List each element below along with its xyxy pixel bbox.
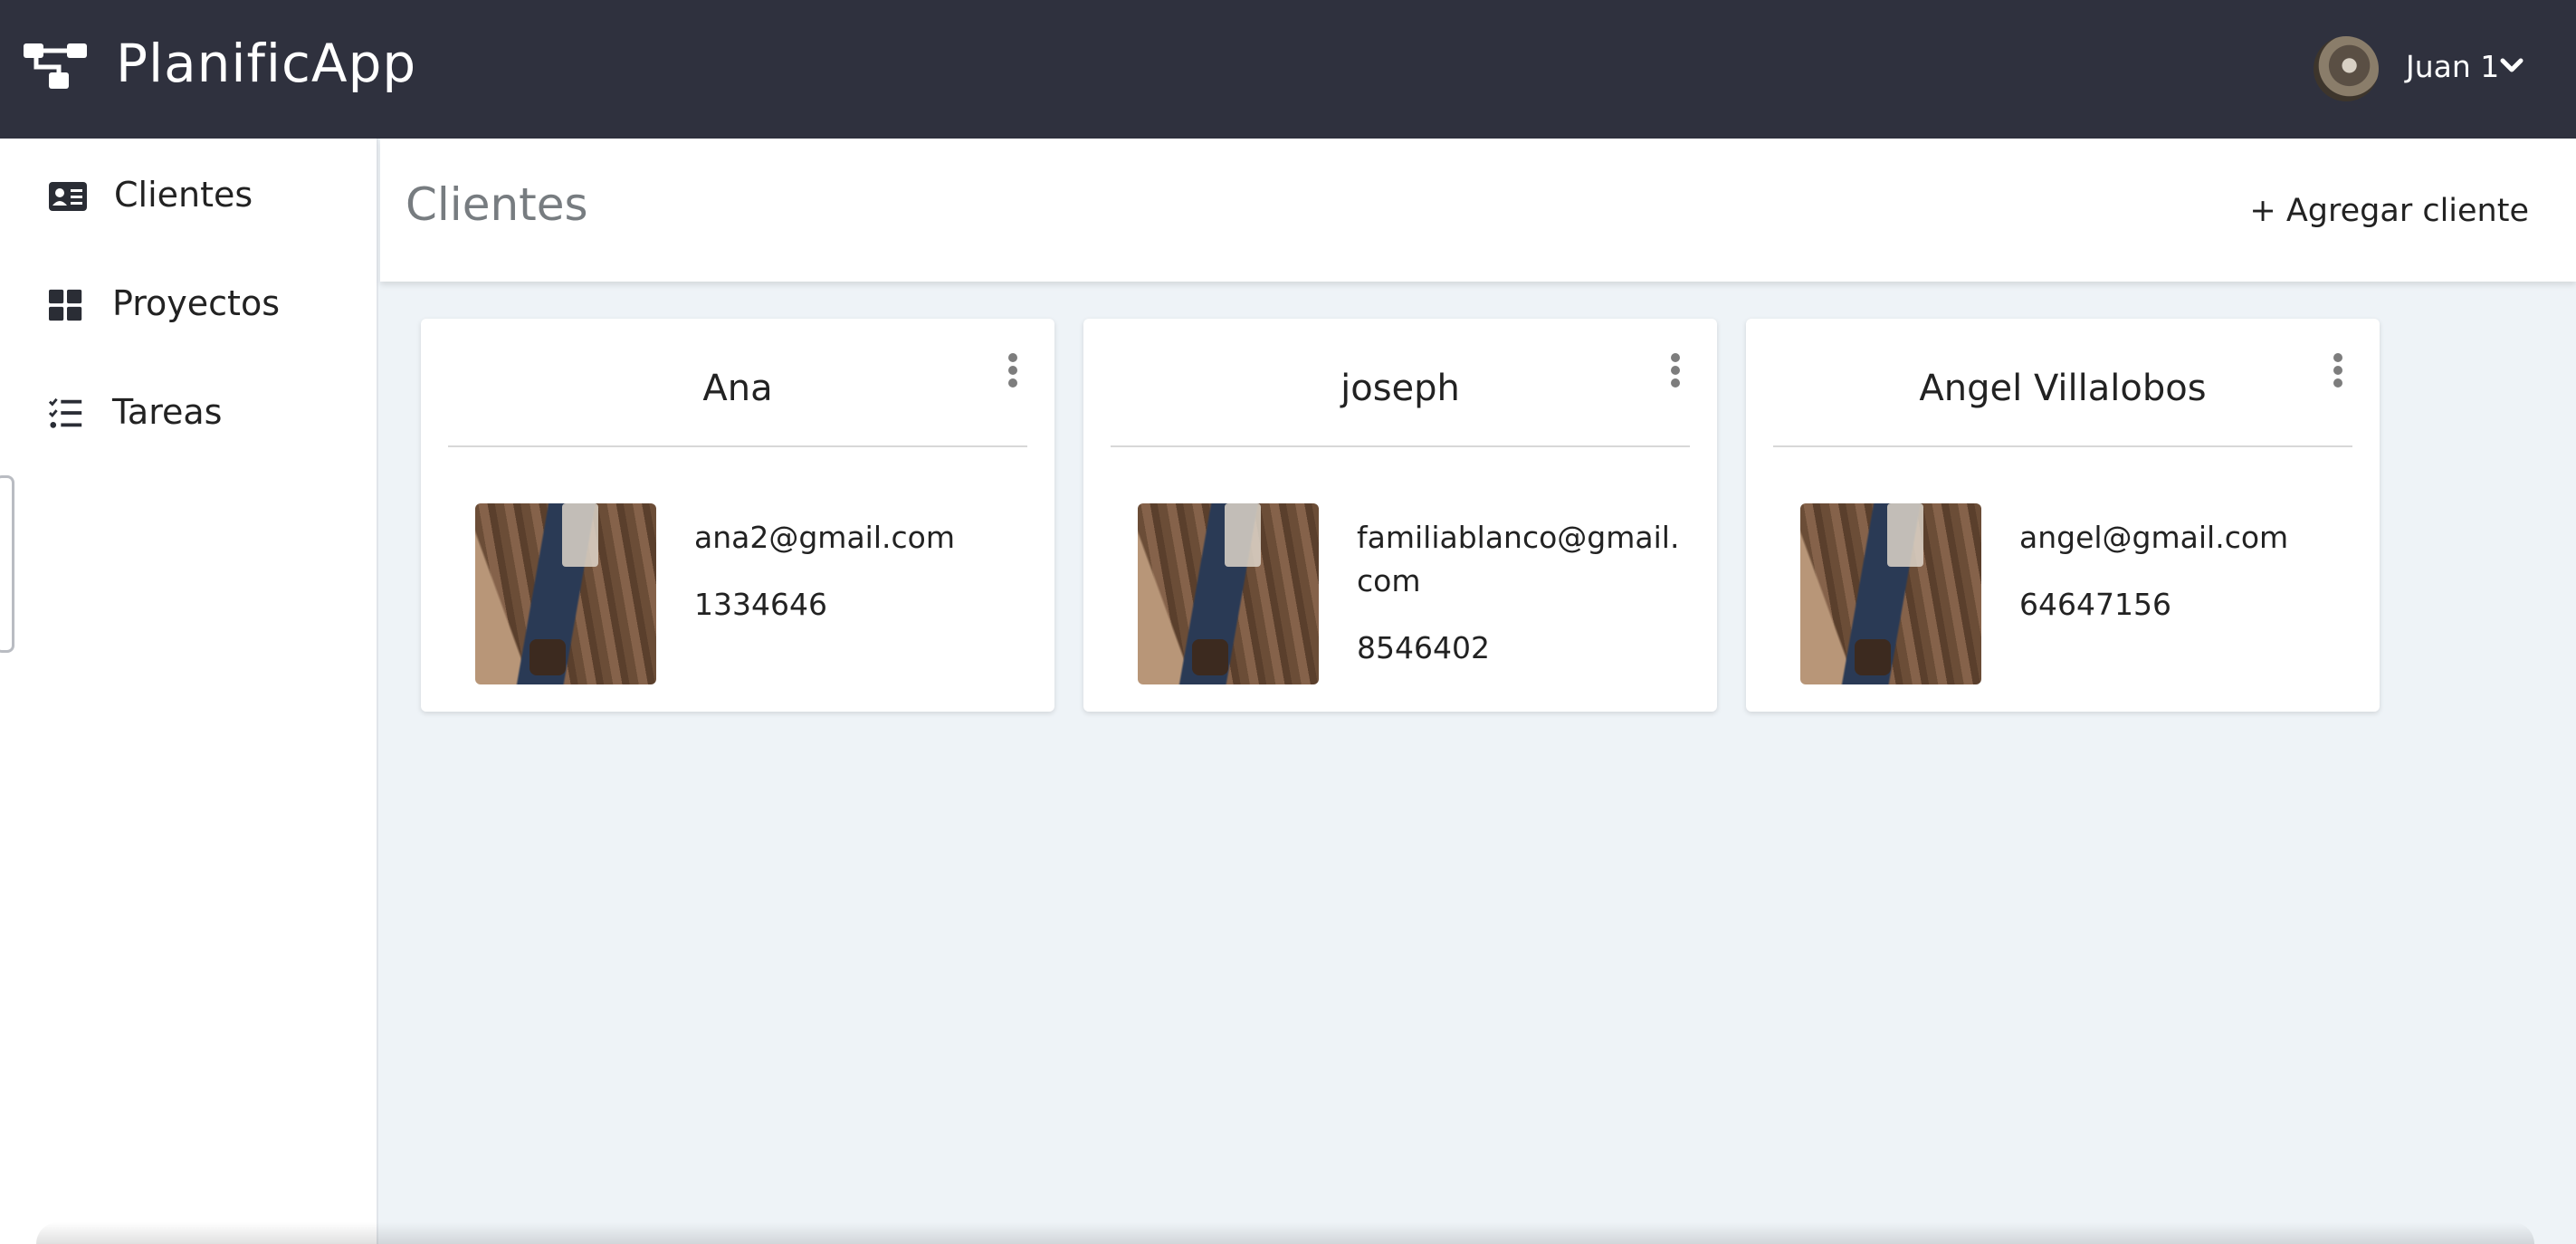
client-name: Angel Villalobos — [1919, 368, 2207, 409]
kebab-menu-icon[interactable] — [1006, 353, 1020, 389]
user-menu-name[interactable]: Juan 1 — [2406, 49, 2499, 84]
user-avatar[interactable] — [2314, 36, 2379, 101]
sidebar-item-proyectos[interactable]: Proyectos — [0, 260, 377, 350]
client-photo — [1138, 503, 1319, 684]
client-phone: 8546402 — [1357, 630, 1490, 665]
card-divider — [1773, 445, 2352, 447]
sidebar-item-tareas[interactable]: Tareas — [0, 368, 377, 459]
id-card-icon — [49, 182, 87, 211]
app-title[interactable]: PlanificApp — [116, 33, 416, 94]
client-card: Ana ana2@gmail.com 1334646 — [421, 319, 1054, 712]
sidebar-item-label: Clientes — [114, 175, 253, 215]
page-header: Clientes + Agregar cliente — [380, 139, 2576, 282]
client-email: familiablanco@gmail.com — [1357, 520, 1680, 598]
sidebar-item-clientes[interactable]: Clientes — [0, 151, 377, 242]
sitemap-icon — [24, 43, 87, 89]
card-divider — [448, 445, 1027, 447]
kebab-menu-icon[interactable] — [1668, 353, 1683, 389]
client-phone: 1334646 — [694, 587, 827, 622]
client-name: joseph — [1340, 368, 1460, 409]
add-client-button[interactable]: + Agregar cliente — [2249, 193, 2529, 229]
client-name: Ana — [702, 368, 773, 409]
bottom-shadow — [36, 1222, 2534, 1244]
client-photo — [1800, 503, 1981, 684]
client-phone: 64647156 — [2019, 587, 2171, 622]
grid-icon — [49, 289, 82, 321]
client-photo — [475, 503, 656, 684]
chevron-down-icon[interactable] — [2500, 54, 2524, 76]
client-card: joseph familiablanco@gmail.com 8546402 — [1083, 319, 1717, 712]
client-card: Angel Villalobos angel@gmail.com 6464715… — [1746, 319, 2380, 712]
kebab-menu-icon[interactable] — [2331, 353, 2345, 389]
page-title: Clientes — [405, 178, 588, 231]
sidebar-item-label: Tareas — [112, 392, 223, 432]
sidebar: Clientes Proyectos Tareas — [0, 139, 378, 1244]
tasks-icon — [49, 397, 82, 428]
top-navbar: PlanificApp Juan 1 — [0, 0, 2576, 139]
card-divider — [1111, 445, 1690, 447]
sidebar-collapse-handle[interactable] — [0, 475, 14, 653]
client-email: ana2@gmail.com — [694, 520, 955, 555]
sidebar-item-label: Proyectos — [112, 283, 280, 323]
client-email: angel@gmail.com — [2019, 520, 2289, 555]
